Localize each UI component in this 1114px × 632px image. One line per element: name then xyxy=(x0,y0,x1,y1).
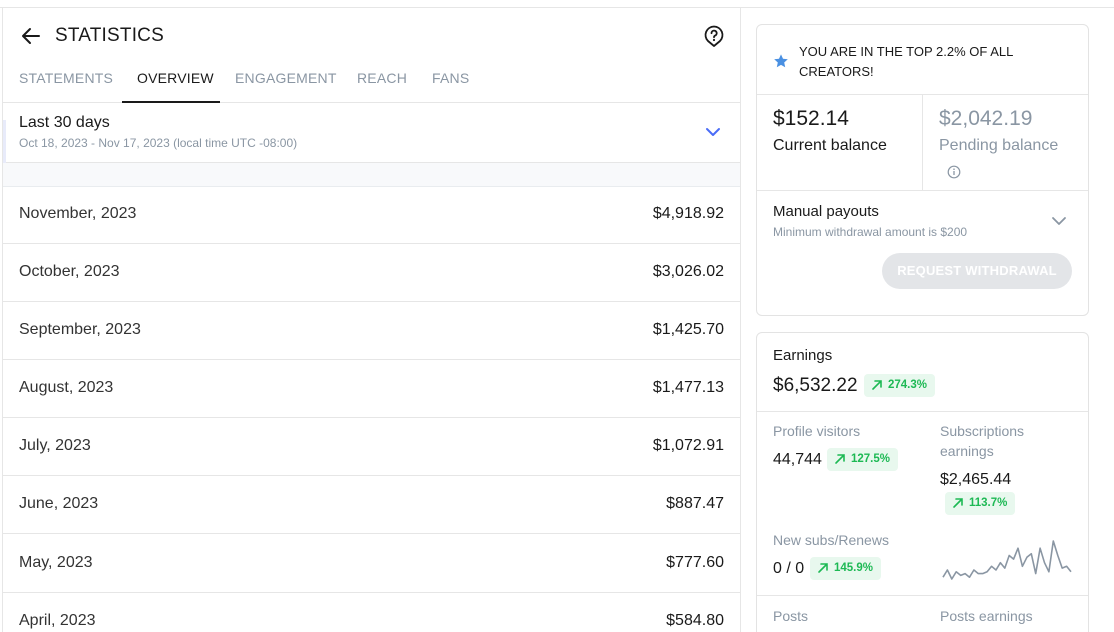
month-value: $777.60 xyxy=(666,554,724,571)
arrow-up-right-icon xyxy=(818,563,828,573)
earnings-title: Earnings xyxy=(773,347,833,364)
list-divider xyxy=(3,163,740,187)
tab-reach[interactable]: REACH xyxy=(357,70,407,103)
balance-card: YOU ARE IN THE TOP 2.2% OF ALL CREATORS!… xyxy=(756,24,1089,316)
period-title: Last 30 days xyxy=(19,114,110,131)
info-icon[interactable] xyxy=(947,165,961,179)
current-balance-amount: $152.14 xyxy=(773,107,849,130)
star-icon xyxy=(774,54,788,68)
top-creator-banner: YOU ARE IN THE TOP 2.2% OF ALL CREATORS! xyxy=(757,25,1088,95)
month-label: April, 2023 xyxy=(19,612,96,629)
subscriptions-earnings-value: $2,465.44 xyxy=(940,471,1012,488)
month-row[interactable]: October, 2023 $3,026.02 xyxy=(3,244,740,302)
tab-engagement[interactable]: ENGAGEMENT xyxy=(235,70,337,103)
profile-visitors-label: Profile visitors xyxy=(773,423,861,439)
subscriptions-earnings-change-badge: 113.7% xyxy=(945,492,1016,515)
arrow-up-right-icon xyxy=(835,454,845,464)
month-label: August, 2023 xyxy=(19,379,114,396)
month-row[interactable]: July, 2023 $1,072.91 xyxy=(3,418,740,476)
month-label: July, 2023 xyxy=(19,437,91,454)
arrow-up-right-icon xyxy=(953,498,963,508)
month-row[interactable]: April, 2023 $584.80 xyxy=(3,593,740,632)
tab-fans[interactable]: FANS xyxy=(432,70,469,103)
new-subs-change-badge: 145.9% xyxy=(810,557,882,580)
month-row[interactable]: September, 2023 $1,425.70 xyxy=(3,302,740,360)
question-circle-icon[interactable] xyxy=(702,24,726,48)
month-label: May, 2023 xyxy=(19,554,93,571)
tab-bar: STATEMENTS OVERVIEW ENGAGEMENT REACH FAN… xyxy=(3,60,740,103)
month-row[interactable]: August, 2023 $1,477.13 xyxy=(3,360,740,418)
payout-title: Manual payouts xyxy=(773,203,879,220)
month-value: $584.80 xyxy=(666,612,724,629)
sparkline-series xyxy=(942,540,1072,580)
profile-visitors-value: 44,744 xyxy=(773,451,822,468)
earnings-amount: $6,532.22 xyxy=(773,375,858,396)
earnings-change-badge: 274.3% xyxy=(864,374,936,397)
chevron-down-icon[interactable] xyxy=(1049,211,1069,231)
month-row[interactable]: November, 2023 $4,918.92 xyxy=(3,186,740,244)
current-balance-label: Current balance xyxy=(773,137,887,154)
period-selector[interactable]: Last 30 days Oct 18, 2023 - Nov 17, 2023… xyxy=(3,104,740,163)
activity-sparkline xyxy=(942,540,1072,580)
month-value: $4,918.92 xyxy=(652,205,724,222)
month-row[interactable]: June, 2023 $887.47 xyxy=(3,476,740,534)
month-value: $1,477.13 xyxy=(652,379,724,396)
month-value: $1,425.70 xyxy=(652,321,724,338)
period-range: Oct 18, 2023 - Nov 17, 2023 (local time … xyxy=(19,136,298,150)
month-label: November, 2023 xyxy=(19,205,137,222)
month-value: $3,026.02 xyxy=(652,263,724,280)
tab-statements[interactable]: STATEMENTS xyxy=(19,70,113,103)
page-header: STATISTICS xyxy=(3,8,740,60)
divider xyxy=(757,411,1088,412)
chevron-down-icon[interactable] xyxy=(703,122,723,142)
top-creator-text: YOU ARE IN THE TOP 2.2% OF ALL CREATORS! xyxy=(799,44,1013,79)
request-withdrawal-button[interactable]: REQUEST WITHDRAWAL xyxy=(882,253,1072,289)
posts-earnings-label: Posts earnings xyxy=(940,608,1033,624)
active-tab-indicator xyxy=(122,101,220,103)
profile-visitors-change-badge: 127.5% xyxy=(827,448,899,471)
subscriptions-earnings-label: Subscriptions earnings xyxy=(940,423,1025,459)
new-subs-value: 0 / 0 xyxy=(773,560,805,577)
new-subs-label: New subs/Renews xyxy=(773,532,889,548)
divider xyxy=(757,595,1088,596)
pending-balance-label: Pending balance xyxy=(939,137,1059,154)
current-balance: $152.14 Current balance xyxy=(757,95,923,191)
month-value: $1,072.91 xyxy=(652,437,724,454)
month-row[interactable]: May, 2023 $777.60 xyxy=(3,535,740,593)
pending-balance-amount: $2,042.19 xyxy=(939,107,1033,130)
statistics-panel: STATISTICS STATEMENTS OVERVIEW ENGAGEMEN… xyxy=(2,8,741,632)
month-value: $887.47 xyxy=(666,495,724,512)
balances: $152.14 Current balance $2,042.19 Pendin… xyxy=(757,95,1088,191)
month-label: October, 2023 xyxy=(19,263,120,280)
arrow-up-right-icon xyxy=(872,380,882,390)
arrow-left-icon[interactable] xyxy=(19,24,43,48)
tab-overview[interactable]: OVERVIEW xyxy=(137,70,214,103)
posts-label: Posts xyxy=(773,608,809,624)
month-label: June, 2023 xyxy=(19,495,99,512)
payout-subtitle: Minimum withdrawal amount is $200 xyxy=(773,225,968,239)
page-title: STATISTICS xyxy=(55,25,164,46)
pending-balance: $2,042.19 Pending balance xyxy=(923,95,1089,191)
month-label: September, 2023 xyxy=(19,321,141,338)
earnings-card: Earnings $6,532.22 274.3% Profile visito… xyxy=(756,332,1089,632)
